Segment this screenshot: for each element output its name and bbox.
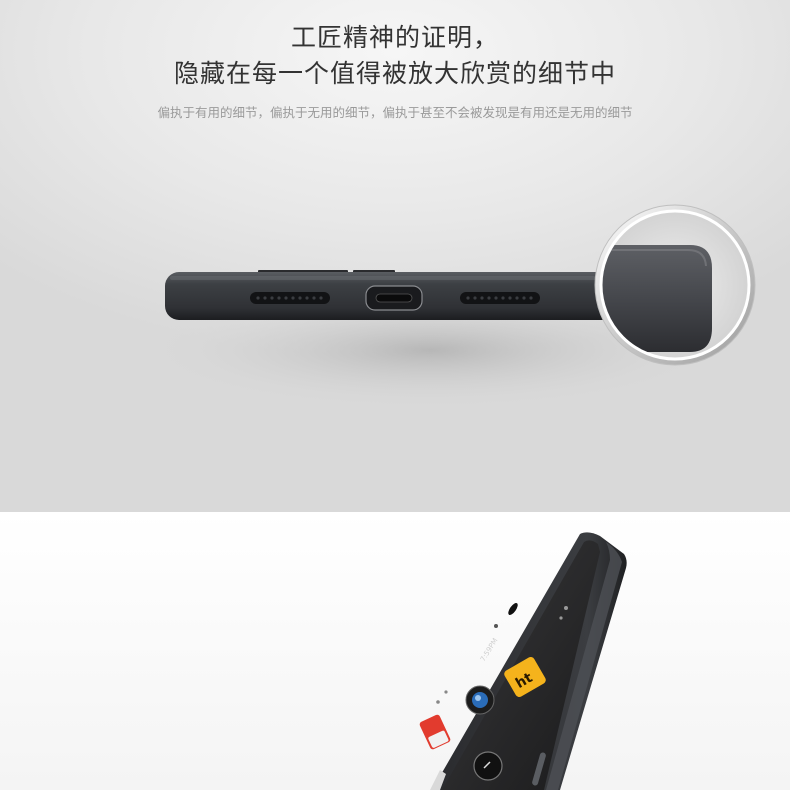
status-icon <box>564 606 568 610</box>
front-camera <box>494 624 498 628</box>
status-dot <box>444 690 448 694</box>
hero-section: 工匠精神的证明， 隐藏在每一个值得被放大欣赏的细节中 偏执于有用的细节，偏执于无… <box>0 0 790 512</box>
app-icon-red[interactable] <box>419 714 452 750</box>
usb-c-port <box>365 285 423 311</box>
speaker-grille-right <box>460 292 540 304</box>
phone-bottom-edge-illustration <box>140 204 756 410</box>
status-dot <box>436 700 440 704</box>
status-icon <box>559 616 563 620</box>
phone-angle-illustration: 7:59PM ht <box>419 532 627 790</box>
speaker-grille-left <box>250 292 330 304</box>
status-bar-time: 7:59PM <box>479 637 500 663</box>
app-icon-clock[interactable] <box>473 751 503 781</box>
earpiece <box>508 603 518 615</box>
product-detail-page: 工匠精神的证明， 隐藏在每一个值得被放大欣赏的细节中 偏执于有用的细节，偏执于无… <box>0 0 790 790</box>
app-icon-camera[interactable] <box>465 685 495 715</box>
phone-angle-section: 7:59PM ht <box>0 512 790 790</box>
